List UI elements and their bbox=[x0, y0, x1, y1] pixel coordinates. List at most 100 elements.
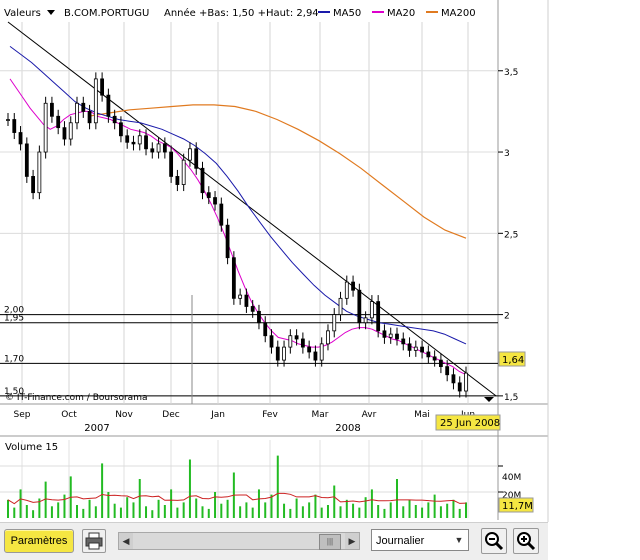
candle-body bbox=[119, 122, 123, 137]
cursor-date-marker: 25 Jun 2008 bbox=[435, 414, 501, 431]
candle-body bbox=[231, 257, 236, 299]
scroll-right-icon[interactable]: ▶ bbox=[345, 533, 359, 549]
last-volume-marker: 11,7M bbox=[498, 497, 534, 513]
parameters-button[interactable]: Paramètres bbox=[4, 529, 74, 553]
candle-body bbox=[344, 281, 349, 299]
candle-body bbox=[257, 310, 261, 324]
print-button[interactable] bbox=[82, 529, 106, 553]
candle-body bbox=[144, 135, 148, 150]
candle-body bbox=[162, 143, 167, 153]
candle-body bbox=[319, 343, 324, 361]
candle-body bbox=[269, 335, 274, 348]
source-credit: © IT-Finance.com / Boursorama bbox=[5, 393, 147, 403]
candle-body bbox=[407, 343, 412, 351]
candle-body bbox=[376, 301, 381, 332]
candle-body bbox=[75, 102, 79, 124]
candle-body bbox=[150, 148, 155, 153]
y-tick-label: 2,5 bbox=[504, 230, 518, 240]
last-volume-label: 11,7M bbox=[502, 501, 533, 512]
candle-body bbox=[18, 132, 23, 145]
candle-body bbox=[288, 335, 293, 348]
chart-toolbar: Paramètres ◀ ||| ▶ Journalier ▼ bbox=[0, 522, 548, 560]
candle-body bbox=[395, 333, 399, 340]
candle-body bbox=[200, 167, 205, 194]
zoom-out-icon bbox=[485, 532, 504, 551]
candle-body bbox=[131, 141, 136, 145]
candle-body bbox=[225, 224, 230, 259]
candle-body bbox=[382, 330, 387, 338]
zoom-in-button[interactable] bbox=[513, 528, 539, 554]
candle-body bbox=[420, 346, 424, 353]
candle-body bbox=[81, 102, 86, 112]
period-select-value: Journalier bbox=[376, 535, 425, 547]
printer-icon bbox=[85, 532, 103, 550]
candle-body bbox=[56, 115, 61, 129]
period-select[interactable]: Journalier ▼ bbox=[371, 529, 469, 551]
y-tick-label: 2 bbox=[504, 312, 510, 322]
ma200-legend-label: MA200 bbox=[441, 8, 476, 19]
candle-body bbox=[43, 102, 48, 153]
candle-body bbox=[263, 322, 268, 337]
candle-body bbox=[332, 314, 337, 332]
candle-body bbox=[87, 111, 92, 124]
x-tick-label: Dec bbox=[162, 410, 179, 420]
candle-body bbox=[238, 294, 243, 299]
candle-body bbox=[413, 346, 418, 351]
candle-body bbox=[445, 366, 450, 376]
candle-body bbox=[338, 297, 343, 315]
candle-body bbox=[93, 78, 98, 124]
candle-body bbox=[426, 351, 431, 358]
candle-body bbox=[24, 143, 29, 177]
candle-body bbox=[369, 301, 374, 319]
x-tick-label: Fev bbox=[262, 410, 278, 420]
candle-body bbox=[156, 143, 161, 153]
candle-body bbox=[451, 374, 456, 384]
candle-body bbox=[282, 346, 286, 361]
zoom-out-button[interactable] bbox=[481, 528, 507, 554]
candle-body bbox=[6, 119, 10, 121]
candle-body bbox=[194, 148, 199, 169]
candle-body bbox=[300, 338, 305, 348]
candle-body bbox=[100, 78, 105, 96]
candle-body bbox=[457, 382, 462, 392]
chart-header: Valeurs B.COM.PORTUGU Année +Bas: 1,50 +… bbox=[4, 7, 476, 19]
x-tick-label: Mar bbox=[312, 410, 329, 420]
candle-body bbox=[363, 317, 368, 324]
candle-body bbox=[37, 151, 42, 194]
candle-body bbox=[181, 159, 186, 185]
zoom-in-icon bbox=[517, 532, 536, 551]
y-tick-label: 3 bbox=[504, 149, 510, 159]
price-chart: Valeurs B.COM.PORTUGU Année +Bas: 1,50 +… bbox=[0, 0, 640, 522]
chevron-down-icon: ▼ bbox=[454, 535, 464, 545]
x-year-label: 2007 bbox=[84, 423, 109, 434]
last-price-marker: 1,64 bbox=[498, 351, 526, 367]
level-label: 1,95 bbox=[4, 314, 24, 324]
chart-app: Valeurs B.COM.PORTUGU Année +Bas: 1,50 +… bbox=[0, 0, 640, 560]
candle-body bbox=[125, 135, 130, 143]
y-tick-label: 1,5 bbox=[504, 393, 518, 403]
scroll-left-icon[interactable]: ◀ bbox=[119, 533, 133, 549]
y-tick-label: 3,5 bbox=[504, 68, 518, 78]
candle-body bbox=[357, 289, 362, 324]
scroll-thumb[interactable]: ||| bbox=[319, 534, 341, 550]
candle-body bbox=[31, 176, 35, 194]
x-tick-label: Nov bbox=[115, 410, 133, 420]
candle-body bbox=[62, 127, 67, 140]
candle-body bbox=[213, 197, 217, 205]
candle-body bbox=[351, 281, 355, 291]
cursor-date-label: 25 Jun 2008 bbox=[440, 418, 500, 429]
candle-body bbox=[219, 203, 224, 226]
menu-label[interactable]: Valeurs bbox=[4, 8, 41, 19]
candle-body bbox=[275, 346, 280, 361]
x-tick-label: Mai bbox=[414, 410, 430, 420]
candle-body bbox=[112, 115, 117, 124]
candle-body bbox=[388, 333, 393, 338]
candle-body bbox=[313, 351, 318, 361]
x-tick-label: Avr bbox=[362, 410, 377, 420]
time-scrollbar[interactable]: ◀ ||| ▶ bbox=[118, 532, 360, 550]
candle-body bbox=[175, 176, 180, 185]
candle-body bbox=[432, 356, 437, 361]
candle-body bbox=[50, 102, 54, 117]
candle-body bbox=[294, 335, 299, 340]
level-label: 1,70 bbox=[4, 354, 24, 364]
